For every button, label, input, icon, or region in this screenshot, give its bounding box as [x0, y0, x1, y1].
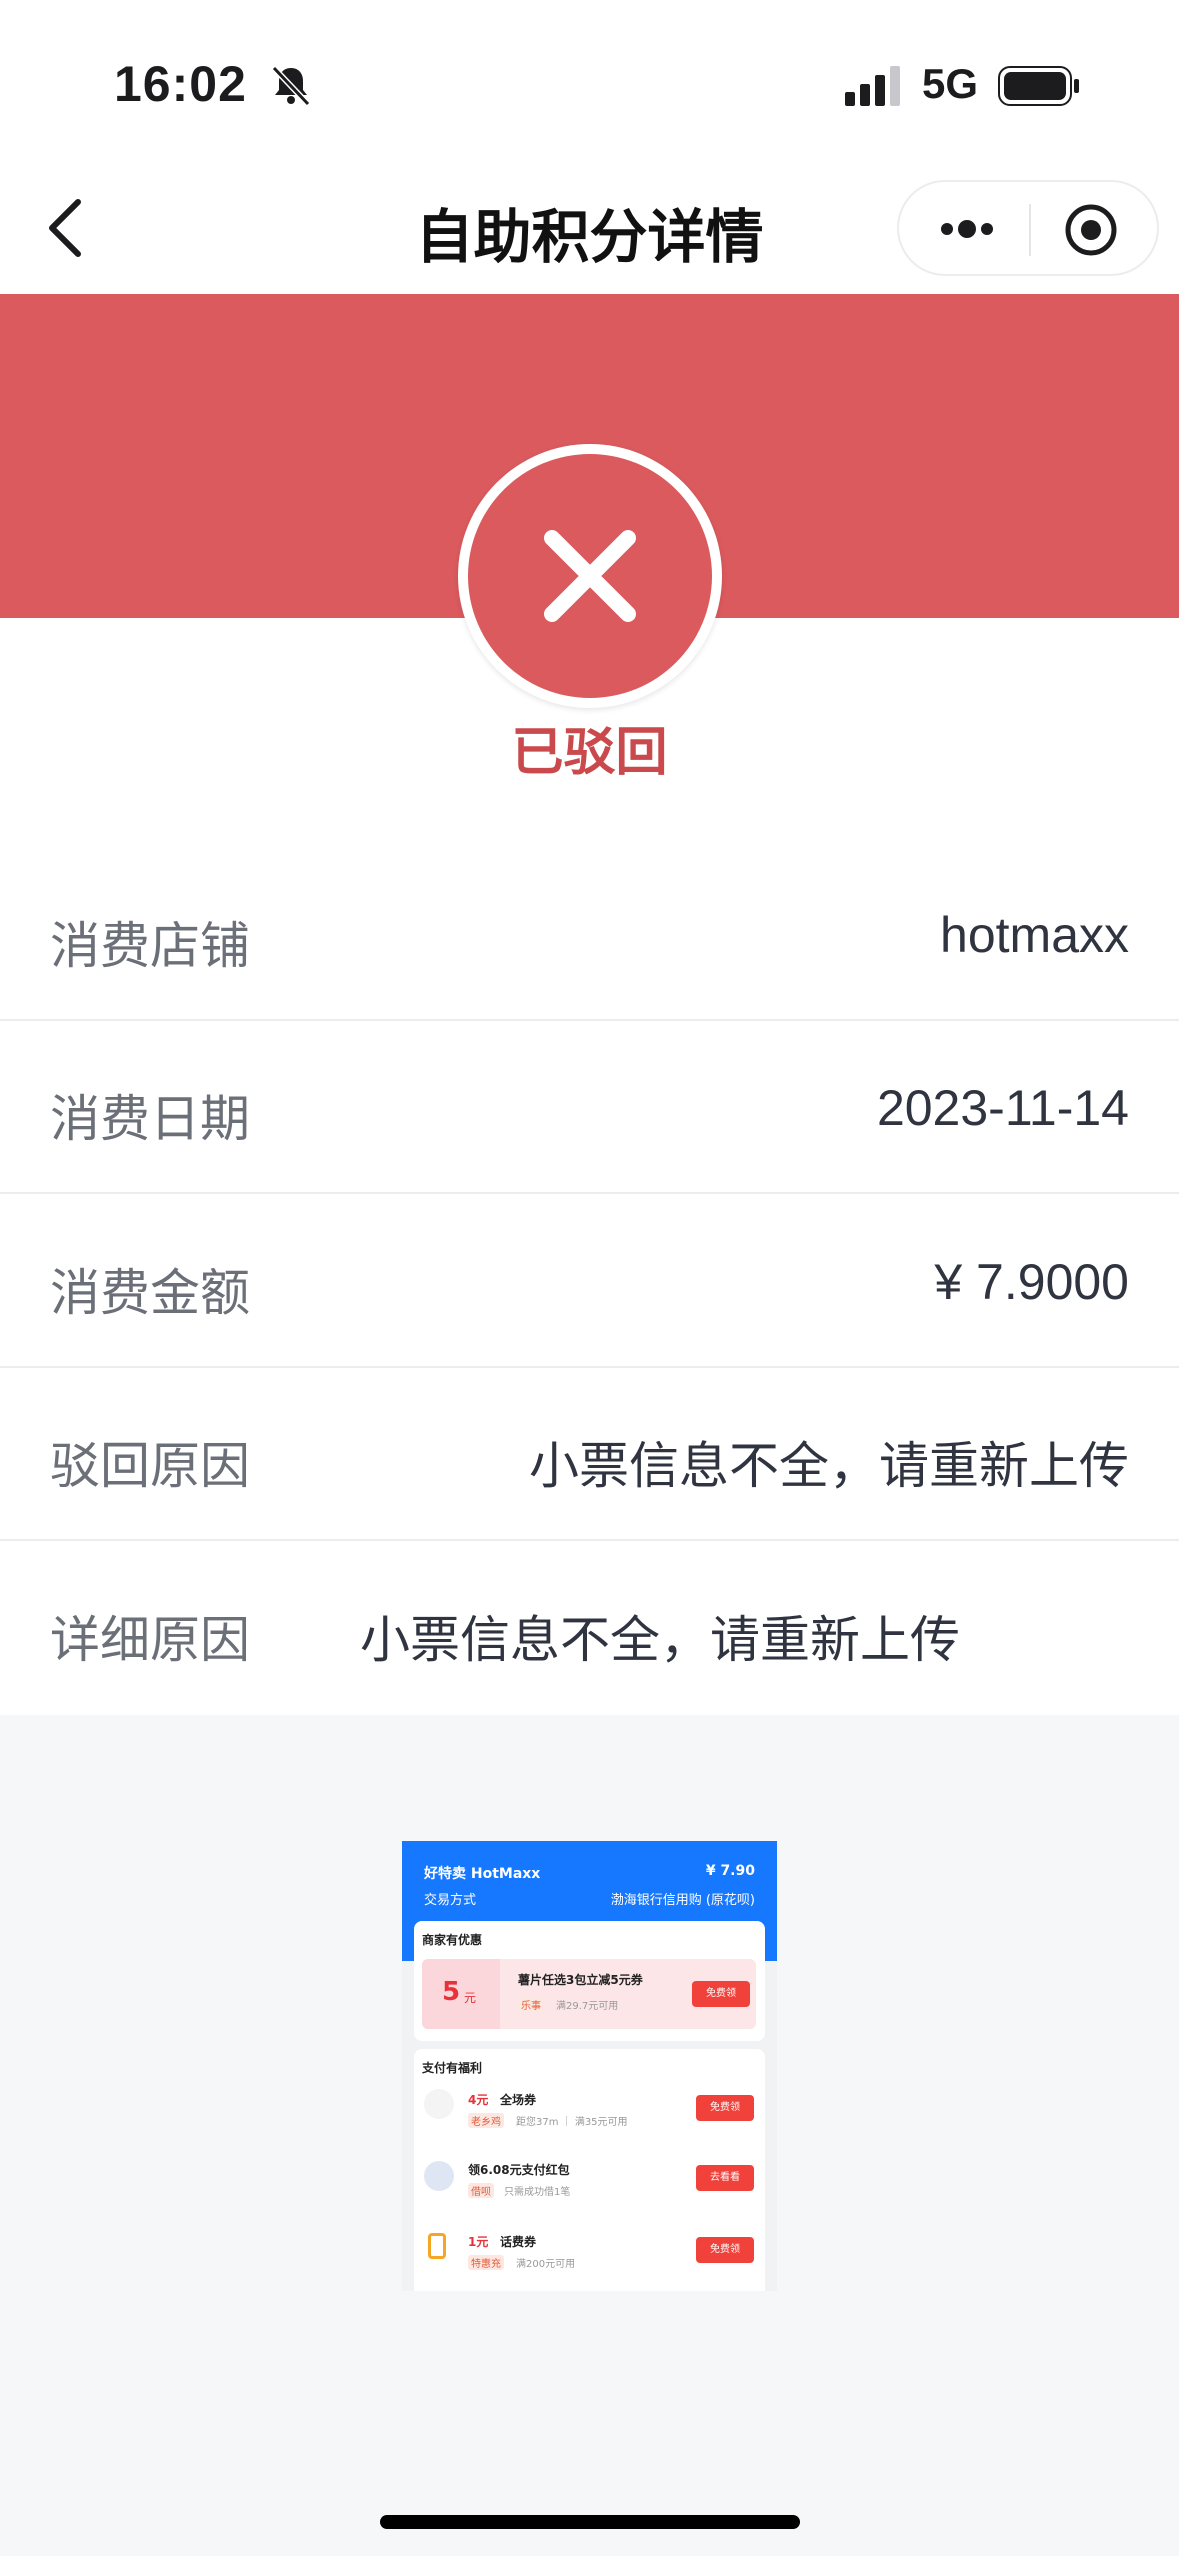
nav-bar: 自助积分详情 [0, 170, 1179, 294]
receipt-merchant: 好特卖 HotMaxx [424, 1866, 541, 1882]
detail-value: 小票信息不全，请重新上传 [529, 1438, 1129, 1494]
benefit-title: 话费券 [500, 2235, 537, 2249]
battery-icon [998, 66, 1079, 106]
benefit-amount: 4元 [468, 2093, 489, 2107]
status-label: 已驳回 [511, 723, 668, 783]
detail-label: 详细原因 [50, 1611, 250, 1669]
status-badge [458, 444, 722, 708]
detail-row-reject-reason: 驳回原因 小票信息不全，请重新上传 [0, 1368, 1179, 1541]
network-type: 5G [922, 60, 979, 107]
benefit-logo [424, 2161, 454, 2191]
benefit-amount: 1元 [468, 2235, 489, 2249]
detail-value: hotmaxx [940, 907, 1129, 963]
benefit-tag: 借呗 [468, 2183, 494, 2198]
coupon-condition: 满29.7元可用 [556, 2001, 619, 2012]
benefit-button: 免费领 [696, 2095, 754, 2121]
detail-row-amount: 消费金额 ¥ 7.9000 [0, 1195, 1179, 1368]
detail-label: 消费日期 [50, 1090, 250, 1148]
benefit-title: 领6.08元支付红包 [468, 2163, 570, 2177]
detail-label: 驳回原因 [50, 1437, 250, 1495]
target-icon[interactable] [1063, 202, 1119, 258]
signal-icon [845, 66, 900, 106]
coupon-amount: 5 [442, 1977, 461, 2007]
benefit-title: 全场券 [500, 2093, 537, 2107]
receipt-benefits-title: 支付有福利 [422, 2061, 483, 2075]
detail-row-date: 消费日期 2023-11-14 [0, 1021, 1179, 1194]
receipt-coupon: 5 元 薯片任选3包立减5元券 乐事 满29.7元可用 免费领 [422, 1959, 756, 2029]
coupon-title: 薯片任选3包立减5元券 [518, 1973, 643, 1987]
benefit-desc: 只需成功借1笔 [504, 2187, 571, 2198]
status-bar: 16:02 5G [0, 0, 1179, 170]
detail-value: 小票信息不全，请重新上传 [360, 1612, 960, 1668]
more-dots-icon[interactable] [935, 204, 999, 254]
benefit-logo [424, 2089, 454, 2119]
benefit-button: 去看看 [696, 2165, 754, 2191]
detail-label: 消费店铺 [50, 917, 250, 975]
receipt-offers-title: 商家有优惠 [422, 1933, 483, 1947]
receipt-image[interactable]: 好特卖 HotMaxx ¥ 7.90 交易方式 渤海银行信用购 (原花呗) 商家… [402, 1841, 777, 2291]
detail-label: 消费金额 [50, 1264, 250, 1322]
coupon-unit: 元 [464, 1991, 477, 2005]
benefit-tag: 特惠充 [468, 2255, 504, 2270]
bell-slash-icon [271, 65, 311, 107]
receipt-pay-method-label: 交易方式 [424, 1893, 477, 1908]
home-indicator[interactable] [380, 2515, 800, 2529]
mini-program-capsule [897, 180, 1159, 276]
detail-row-store: 消费店铺 hotmaxx [0, 848, 1179, 1021]
receipt-amount: ¥ 7.90 [705, 1863, 755, 1879]
coupon-tag: 乐事 [518, 1997, 544, 2012]
receipt-benefits-card: 支付有福利 4元 全场券 老乡鸡 距您37m ｜ 满35元可用 免费领 领6.0… [414, 2049, 765, 2291]
capsule-divider [1029, 204, 1031, 256]
close-x-icon [544, 530, 636, 622]
benefit-tag: 老乡鸡 [468, 2113, 504, 2128]
receipt-pay-method: 渤海银行信用购 (原花呗) [610, 1893, 755, 1908]
detail-value: ¥ 7.9000 [934, 1254, 1129, 1310]
coupon-claim-button: 免费领 [692, 1981, 750, 2007]
status-time: 16:02 [114, 56, 247, 112]
benefit-desc: 满200元可用 [516, 2259, 576, 2270]
detail-value: 2023-11-14 [876, 1080, 1129, 1136]
detail-row-detailed-reason: 详细原因 小票信息不全，请重新上传 [0, 1542, 1179, 1715]
phone-icon [428, 2233, 446, 2259]
benefit-desc: 距您37m ｜ 满35元可用 [516, 2117, 628, 2128]
benefit-button: 免费领 [696, 2237, 754, 2263]
